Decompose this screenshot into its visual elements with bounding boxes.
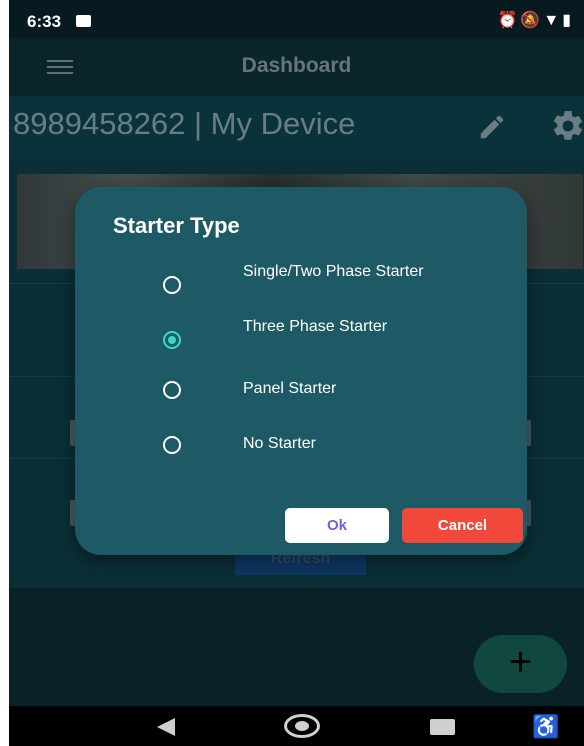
ok-button[interactable]: Ok [285, 508, 389, 543]
option-panel-starter[interactable]: Panel Starter [75, 370, 527, 420]
accessibility-icon[interactable]: ♿ [532, 714, 559, 740]
radio-button[interactable] [163, 276, 181, 294]
radio-button-selected[interactable] [163, 331, 181, 349]
alarm-icon: ⏰ [497, 12, 521, 29]
wifi-icon: ▼ [543, 12, 563, 29]
option-three-phase-starter[interactable]: Three Phase Starter [75, 315, 527, 365]
option-no-starter[interactable]: No Starter [75, 425, 527, 475]
recents-icon[interactable] [430, 719, 455, 735]
cancel-button[interactable]: Cancel [402, 508, 523, 543]
image-icon [76, 15, 91, 27]
home-icon[interactable] [284, 714, 320, 738]
silent-icon: 🔕 [520, 12, 544, 29]
back-icon[interactable] [157, 718, 175, 736]
option-label: Single/Two Phase Starter [243, 263, 424, 280]
status-time: 6:33 [27, 12, 62, 31]
option-label: Three Phase Starter [243, 318, 388, 335]
option-label: Panel Starter [243, 380, 337, 397]
status-bar: 6:33 ⏰🔕▼▮ [9, 0, 584, 38]
battery-icon: ▮ [562, 12, 574, 29]
phone-screen: 6:33 ⏰🔕▼▮ Dashboard 8989458262 | My Devi… [9, 0, 584, 746]
option-single-two-phase-starter[interactable]: Single/Two Phase Starter [75, 261, 527, 311]
dialog-title: Starter Type [113, 213, 240, 238]
radio-button[interactable] [163, 436, 181, 454]
option-label: No Starter [243, 435, 316, 452]
radio-button[interactable] [163, 381, 181, 399]
system-nav-bar: ♿ [9, 706, 584, 746]
status-icons: ⏰🔕▼▮ [498, 10, 575, 30]
starter-type-dialog: Starter Type Single/Two Phase Starter Th… [75, 187, 527, 555]
